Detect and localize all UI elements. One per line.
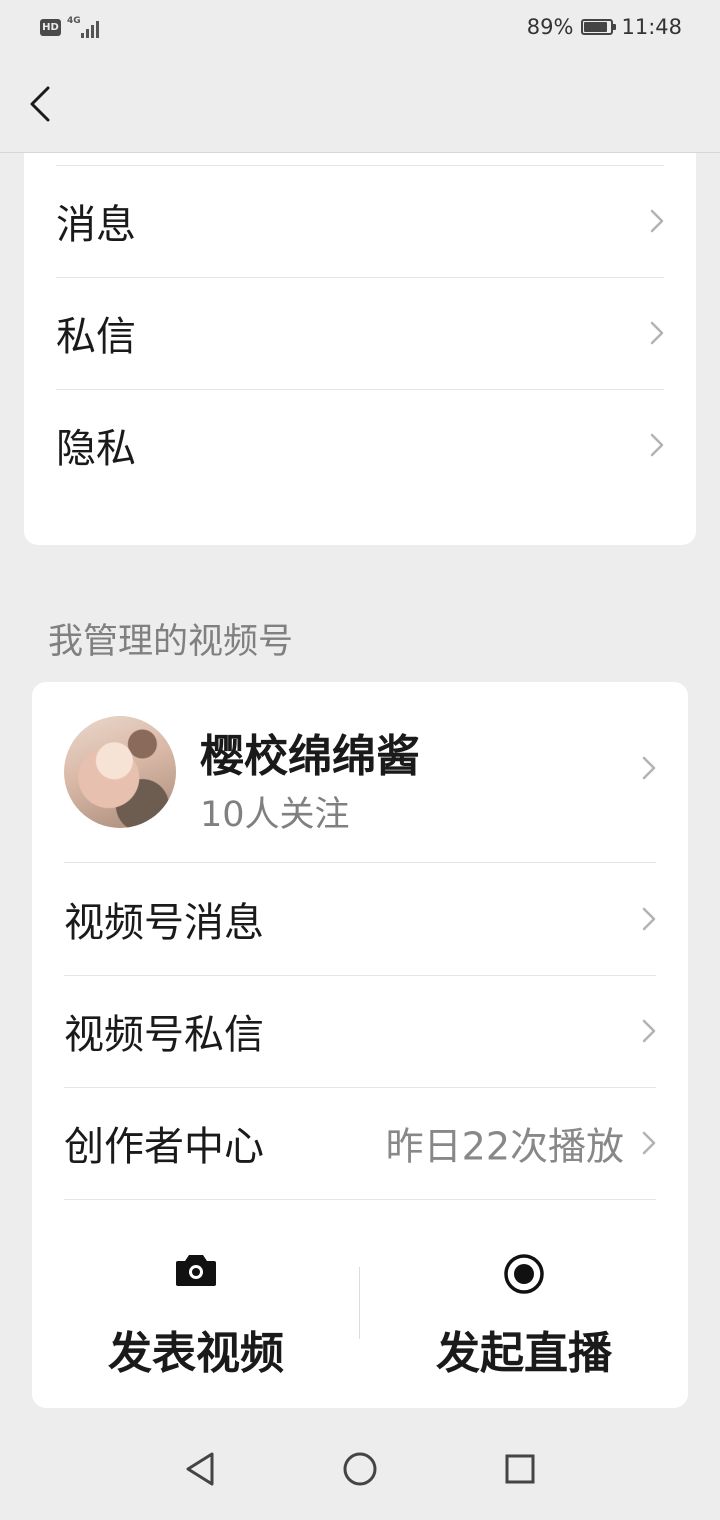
section-title: 我管理的视频号 [48, 622, 294, 662]
creator-center-stats: 昨日22次播放 [385, 1124, 624, 1169]
signal-bar [86, 29, 89, 38]
triangle-back-icon [186, 1452, 214, 1486]
system-navigation-bar [0, 1415, 720, 1520]
settings-item-label: 隐私 [56, 426, 136, 472]
start-live-button[interactable]: 发起直播 [360, 1227, 688, 1387]
system-recent-apps-button[interactable] [500, 1449, 540, 1489]
settings-scroll-area[interactable]: 关注 消息 私信 隐私 我管理的视频号 樱校绵绵酱 [0, 153, 720, 1415]
circle-home-icon [343, 1452, 377, 1486]
battery-fill [584, 22, 608, 32]
chevron-right-icon [650, 209, 664, 233]
channel-profile-row[interactable]: 樱校绵绵酱 10人关注 [64, 682, 656, 863]
system-back-button[interactable] [180, 1449, 220, 1489]
notification-settings-card: 关注 消息 私信 隐私 [24, 153, 696, 545]
creator-center-item[interactable]: 创作者中心 昨日22次播放 [64, 1087, 656, 1200]
channel-direct-messages-item[interactable]: 视频号私信 [64, 975, 656, 1088]
chevron-right-icon [650, 321, 664, 345]
status-bar: HD 4G 89% 11:48 [0, 0, 720, 56]
channel-messages-item[interactable]: 视频号消息 [64, 863, 656, 976]
hd-badge: HD [40, 18, 61, 36]
channel-name: 樱校绵绵酱 [200, 731, 420, 782]
signal-bar [91, 25, 94, 38]
status-right: 89% 11:48 [527, 15, 682, 39]
camera-icon [176, 1255, 216, 1286]
signal-strength-icon: 4G [67, 16, 101, 38]
settings-item-label: 消息 [56, 202, 136, 248]
settings-item-direct-messages[interactable]: 私信 [56, 277, 664, 390]
chevron-right-icon [642, 756, 656, 780]
navigation-bar [0, 56, 720, 153]
settings-item-privacy[interactable]: 隐私 [56, 389, 664, 501]
chevron-right-icon [650, 433, 664, 457]
channel-item-label: 视频号私信 [64, 1012, 264, 1058]
follower-count: 10人关注 [200, 795, 350, 835]
channel-item-label: 创作者中心 [64, 1124, 264, 1170]
settings-item-messages[interactable]: 消息 [56, 165, 664, 278]
battery-icon [581, 19, 617, 35]
channel-actions: 发表视频 发起直播 [32, 1227, 688, 1407]
managed-channel-card: 樱校绵绵酱 10人关注 视频号消息 视频号私信 创作者中心 昨日22次播放 发表… [32, 682, 688, 1408]
channel-item-label: 视频号消息 [64, 900, 264, 946]
signal-bar [81, 33, 84, 38]
square-recent-icon [505, 1454, 535, 1484]
live-record-icon [504, 1254, 544, 1294]
back-button[interactable] [20, 80, 60, 128]
settings-item-label: 私信 [56, 314, 136, 360]
chevron-right-icon [642, 907, 656, 931]
signal-bar [96, 21, 99, 38]
clock-time: 11:48 [621, 15, 682, 39]
network-type-label: 4G [67, 16, 81, 26]
post-video-label: 发表视频 [108, 1328, 284, 1379]
start-live-label: 发起直播 [436, 1328, 612, 1379]
post-video-button[interactable]: 发表视频 [32, 1227, 360, 1387]
avatar [64, 716, 176, 828]
system-home-button[interactable] [340, 1449, 380, 1489]
chevron-left-icon [30, 86, 50, 122]
battery-percent: 89% [526, 15, 574, 39]
chevron-right-icon [642, 1131, 656, 1155]
chevron-right-icon [642, 1019, 656, 1043]
status-left: HD 4G [40, 16, 101, 38]
